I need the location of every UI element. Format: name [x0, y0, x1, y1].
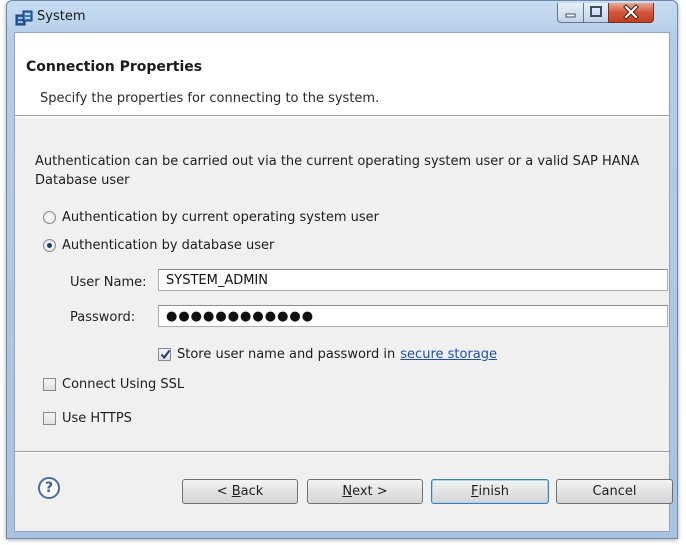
checkmark-icon: [160, 349, 171, 360]
auth-db-user-radio[interactable]: [43, 239, 56, 252]
next-button-rest: ext >: [352, 484, 388, 499]
finish-button-rest: inish: [478, 484, 509, 499]
page-title: Connection Properties: [26, 59, 203, 75]
auth-db-user-label: Authentication by database user: [62, 238, 275, 253]
user-name-label: User Name:: [70, 275, 147, 290]
authentication-intro-text: Authentication can be carried out via th…: [35, 154, 640, 188]
connect-ssl-checkbox[interactable]: [43, 378, 56, 391]
wizard-footer: ? < Back Next > Finish Cancel: [15, 453, 673, 531]
next-button[interactable]: Next >: [307, 479, 423, 504]
maximize-button[interactable]: [583, 3, 609, 23]
back-button-prefix: <: [216, 484, 232, 499]
auth-os-user-radio[interactable]: [43, 211, 56, 224]
dialog-client-area: Connection Properties Specify the proper…: [14, 32, 673, 532]
cancel-button[interactable]: Cancel: [556, 479, 673, 504]
finish-button[interactable]: Finish: [431, 479, 549, 504]
wizard-header: Connection Properties Specify the proper…: [15, 33, 669, 115]
minimize-icon: [565, 13, 576, 18]
back-button[interactable]: < Back: [182, 479, 298, 504]
secure-storage-link[interactable]: secure storage: [400, 347, 497, 362]
close-icon: [623, 4, 639, 20]
auth-db-user-option[interactable]: Authentication by database user: [43, 238, 274, 253]
connect-ssl-label: Connect Using SSL: [62, 377, 185, 392]
use-https-checkbox[interactable]: [43, 412, 56, 425]
window-title: System: [37, 9, 86, 24]
auth-os-user-label: Authentication by current operating syst…: [62, 210, 380, 225]
minimize-button[interactable]: [557, 3, 584, 23]
next-button-accel: N: [342, 484, 353, 499]
use-https-option[interactable]: Use HTTPS: [43, 411, 132, 426]
back-button-rest: ack: [240, 484, 264, 499]
store-credentials-label: Store user name and password in: [177, 347, 396, 362]
user-name-input[interactable]: [158, 269, 668, 291]
system-app-icon: [15, 10, 33, 26]
dialog-window: System Connection Properties Specify the…: [6, 0, 678, 539]
page-description: Specify the properties for connecting to…: [40, 91, 380, 106]
maximize-icon: [590, 6, 602, 17]
connect-ssl-option[interactable]: Connect Using SSL: [43, 377, 184, 392]
title-bar[interactable]: System: [7, 1, 677, 33]
use-https-label: Use HTTPS: [62, 411, 132, 426]
close-button[interactable]: [608, 3, 654, 23]
wizard-body: Authentication can be carried out via th…: [15, 118, 669, 451]
back-button-accel: B: [231, 484, 241, 499]
store-credentials-checkbox[interactable]: [158, 348, 171, 361]
store-credentials-option[interactable]: Store user name and password in secure s…: [158, 347, 497, 362]
help-icon[interactable]: ?: [38, 477, 60, 499]
password-input[interactable]: [158, 305, 668, 327]
password-label: Password:: [70, 310, 136, 325]
header-divider: [15, 115, 669, 117]
finish-button-accel: F: [471, 484, 479, 499]
auth-os-user-option[interactable]: Authentication by current operating syst…: [43, 210, 379, 225]
